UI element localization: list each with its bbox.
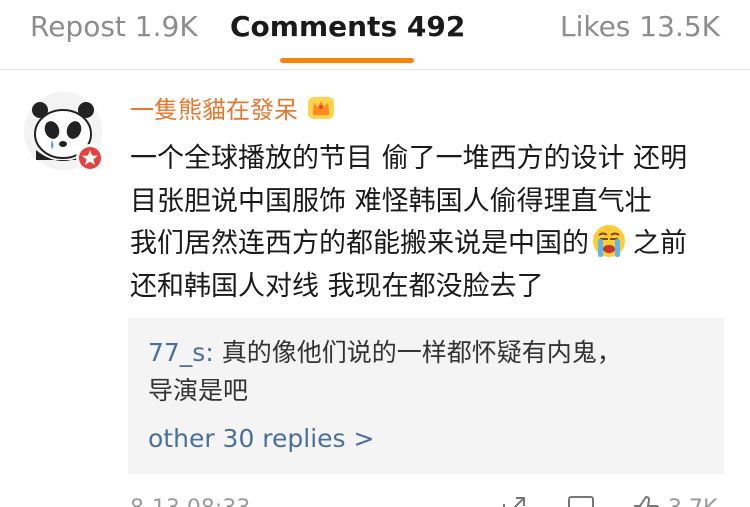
tab-comments[interactable]: Comments 492 bbox=[230, 10, 465, 43]
tab-likes[interactable]: Likes 13.5K bbox=[560, 10, 720, 43]
reply-box[interactable]: 77_s: 真的像他们说的一样都怀疑有内鬼， 导演是吧 other 30 rep… bbox=[128, 318, 724, 474]
reply-author[interactable]: 77_s: bbox=[148, 338, 214, 367]
comment-line: 我们居然连西方的都能搬来说是中国的 之前 bbox=[130, 223, 728, 266]
comment-line-text: 我们居然连西方的都能搬来说是中国的 bbox=[130, 228, 589, 259]
active-tab-indicator bbox=[280, 58, 414, 63]
star-icon bbox=[82, 150, 98, 165]
comment-footer: 8-13 08:33 3.7K bbox=[0, 490, 750, 507]
comment-body: 一个全球播放的节目 偷了一堆西方的设计 还明 目张胆说中国服饰 难怪韩国人偷得理… bbox=[130, 138, 728, 308]
reply-content-line2: 导演是吧 bbox=[148, 376, 249, 405]
tab-repost[interactable]: Repost 1.9K bbox=[30, 10, 198, 43]
comment-line: 一个全球播放的节目 偷了一堆西方的设计 还明 bbox=[130, 143, 688, 174]
tab-bar: Repost 1.9K Comments 492 Likes 13.5K bbox=[0, 0, 750, 70]
verified-badge bbox=[76, 144, 104, 172]
crown-icon bbox=[308, 97, 334, 119]
reply-text: 77_s: 真的像他们说的一样都怀疑有内鬼， 导演是吧 bbox=[148, 334, 708, 410]
crying-face-emoji-icon bbox=[593, 225, 625, 257]
thumbs-up-icon[interactable] bbox=[632, 494, 662, 507]
comment-line: 还和韩国人对线 我现在都没脸去了 bbox=[130, 270, 544, 302]
share-icon[interactable] bbox=[500, 494, 528, 507]
more-replies-link[interactable]: other 30 replies > bbox=[148, 424, 374, 453]
username[interactable]: 一隻熊貓在發呆 bbox=[130, 90, 298, 125]
like-count: 3.7K bbox=[668, 496, 717, 507]
username-row: 一隻熊貓在發呆 bbox=[130, 90, 336, 124]
comment-line: 目张胆说中国服饰 难怪韩国人偷得理直气壮 bbox=[130, 185, 652, 217]
reply-content: 真的像他们说的一样都怀疑有内鬼， bbox=[213, 338, 622, 367]
comment-line-text: 之前 bbox=[633, 228, 687, 259]
timestamp: 8-13 08:33 bbox=[130, 496, 250, 507]
comment-icon[interactable] bbox=[566, 494, 596, 507]
